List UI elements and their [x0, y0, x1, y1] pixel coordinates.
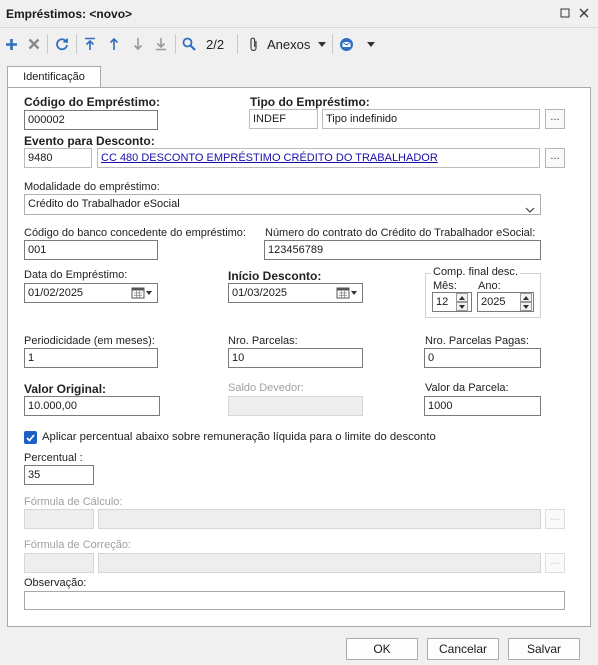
- save-button[interactable]: Salvar: [508, 638, 580, 660]
- toolbar-separator: [76, 34, 77, 54]
- plus-icon[interactable]: [3, 35, 19, 53]
- observacao-label: Observação:: [24, 577, 87, 589]
- tipo-emprestimo-code-field[interactable]: INDEF: [249, 109, 318, 129]
- spin-down-icon[interactable]: [456, 302, 468, 311]
- nro-parcelas-pagas-label: Nro. Parcelas Pagas:: [425, 335, 529, 347]
- toolbar-separator: [237, 34, 238, 54]
- numero-contrato-field[interactable]: 123456789: [264, 240, 541, 260]
- nro-parcelas-pagas-field[interactable]: 0: [424, 348, 541, 368]
- first-record-icon[interactable]: [82, 35, 98, 53]
- attachments-button[interactable]: Anexos: [267, 37, 310, 52]
- percentual-field[interactable]: 35: [24, 465, 94, 485]
- periodicidade-label: Periodicidade (em meses):: [24, 335, 155, 347]
- toolbar-separator: [47, 34, 48, 54]
- inicio-desconto-label: Início Desconto:: [228, 269, 322, 283]
- spin-up-icon[interactable]: [520, 293, 532, 302]
- formula-correcao-label: Fórmula de Correção:: [24, 539, 131, 551]
- toolbar-separator: [332, 34, 333, 54]
- observacao-field[interactable]: [24, 591, 565, 610]
- close-icon[interactable]: [575, 5, 593, 23]
- refresh-icon[interactable]: [54, 35, 70, 53]
- inicio-desconto-field[interactable]: 01/03/2025: [228, 283, 363, 303]
- tab-identificacao[interactable]: Identificação: [7, 66, 101, 88]
- formula-correcao-description-field: [98, 553, 541, 573]
- valor-parcela-field[interactable]: 1000: [424, 396, 541, 416]
- valor-original-field[interactable]: 10.000,00: [24, 396, 160, 416]
- minimize-icon[interactable]: [556, 5, 574, 23]
- paperclip-icon[interactable]: [247, 35, 261, 53]
- comp-final-ano-label: Ano:: [478, 280, 501, 292]
- formula-correcao-lookup-button: ...: [545, 553, 565, 573]
- window-title: Empréstimos: <novo>: [6, 7, 133, 21]
- comp-final-ano-spinner[interactable]: [520, 293, 532, 311]
- calendar-icon[interactable]: [128, 285, 156, 301]
- saldo-devedor-label: Saldo Devedor:: [228, 382, 304, 394]
- data-emprestimo-label: Data do Empréstimo:: [24, 269, 128, 281]
- tipo-emprestimo-label: Tipo do Empréstimo:: [250, 95, 370, 109]
- codigo-emprestimo-field[interactable]: 000002: [24, 110, 158, 130]
- next-record-icon[interactable]: [130, 35, 146, 53]
- title-bar: Empréstimos: <novo>: [0, 0, 598, 28]
- periodicidade-field[interactable]: 1: [24, 348, 158, 368]
- percentual-label: Percentual :: [24, 452, 83, 464]
- formula-calculo-lookup-button: ...: [545, 509, 565, 529]
- formula-calculo-code-field: [24, 509, 94, 529]
- codigo-emprestimo-label: Código do Empréstimo:: [24, 95, 160, 109]
- valor-parcela-label: Valor da Parcela:: [425, 382, 509, 394]
- tipo-emprestimo-lookup-button[interactable]: ...: [545, 109, 565, 129]
- toolbar: 2/2 Anexos: [0, 29, 598, 59]
- toolbar-separator: [175, 34, 176, 54]
- delete-icon[interactable]: [26, 35, 42, 53]
- previous-record-icon[interactable]: [106, 35, 122, 53]
- cancel-button[interactable]: Cancelar: [427, 638, 499, 660]
- modalidade-select[interactable]: Crédito do Trabalhador eSocial: [24, 194, 541, 215]
- valor-original-label: Valor Original:: [24, 382, 107, 396]
- chevron-down-icon[interactable]: [316, 35, 328, 53]
- last-record-icon[interactable]: [153, 35, 169, 53]
- formula-calculo-description-field: [98, 509, 541, 529]
- spin-up-icon[interactable]: [456, 293, 468, 302]
- ok-button[interactable]: OK: [346, 638, 418, 660]
- modalidade-selected-value: Crédito do Trabalhador eSocial: [28, 198, 180, 210]
- evento-desconto-label: Evento para Desconto:: [24, 134, 155, 148]
- codigo-banco-field[interactable]: 001: [24, 240, 158, 260]
- evento-desconto-code-field[interactable]: 9480: [24, 148, 92, 168]
- nro-parcelas-label: Nro. Parcelas:: [228, 335, 298, 347]
- evento-desconto-lookup-button[interactable]: ...: [545, 148, 565, 168]
- numero-contrato-label: Número do contrato do Crédito do Trabalh…: [265, 227, 536, 239]
- search-icon[interactable]: [181, 35, 197, 53]
- chevron-down-icon[interactable]: [365, 35, 377, 53]
- data-emprestimo-field[interactable]: 01/02/2025: [24, 283, 158, 303]
- email-icon[interactable]: [338, 35, 354, 53]
- data-emprestimo-value: 01/02/2025: [28, 287, 84, 299]
- inicio-desconto-value: 01/03/2025: [232, 287, 288, 299]
- nro-parcelas-field[interactable]: 10: [228, 348, 363, 368]
- tipo-emprestimo-description-field[interactable]: Tipo indefinido: [322, 109, 540, 129]
- formula-correcao-code-field: [24, 553, 94, 573]
- comp-final-mes-spinner[interactable]: [456, 293, 468, 311]
- aplicar-percentual-label[interactable]: Aplicar percentual abaixo sobre remunera…: [42, 431, 436, 443]
- modalidade-label: Modalidade do empréstimo:: [24, 181, 160, 193]
- record-counter: 2/2: [206, 37, 225, 52]
- formula-calculo-label: Fórmula de Cálculo:: [24, 496, 123, 508]
- chevron-down-icon: [525, 201, 535, 220]
- comp-final-mes-label: Mês:: [433, 280, 457, 292]
- spin-down-icon[interactable]: [520, 302, 532, 311]
- saldo-devedor-field: [228, 396, 363, 416]
- evento-desconto-description-link[interactable]: CC 480 DESCONTO EMPRÉSTIMO CRÉDITO DO TR…: [97, 148, 540, 168]
- aplicar-percentual-checkbox[interactable]: [24, 431, 37, 444]
- codigo-banco-label: Código do banco concedente do empréstimo…: [24, 227, 246, 239]
- calendar-icon[interactable]: [333, 285, 361, 301]
- comp-final-legend: Comp. final desc.: [431, 266, 520, 278]
